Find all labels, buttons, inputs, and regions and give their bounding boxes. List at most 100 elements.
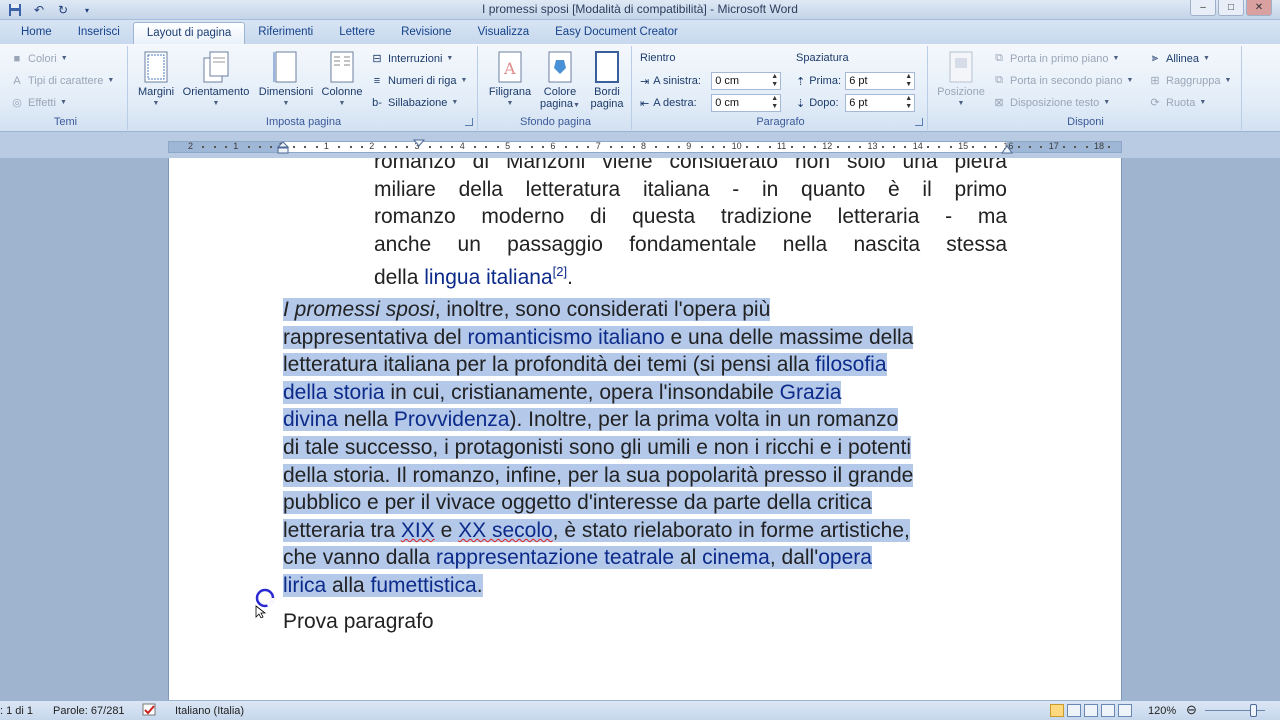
spinner-arrows-icon[interactable]: ▲ ▼ bbox=[905, 73, 912, 89]
colore-pagina-label-1: Colore bbox=[543, 86, 577, 98]
first-line-indent-marker-icon[interactable] bbox=[413, 139, 425, 147]
numeri-riga-button[interactable]: ≡ Numeri di riga ▼ bbox=[370, 74, 468, 87]
outline-view-icon[interactable] bbox=[1101, 704, 1115, 717]
colonne-button[interactable]: Colonne ▼ bbox=[318, 50, 366, 110]
tab-home[interactable]: Home bbox=[8, 20, 65, 44]
rientro-sinistra-row: ⇥ A sinistra: 0 cm ▲ ▼ bbox=[640, 72, 782, 90]
margini-button[interactable]: Margini ▼ bbox=[134, 50, 178, 110]
ruler-tick-mark bbox=[802, 146, 805, 148]
horizontal-ruler[interactable]: 211123456789101112131415161718 bbox=[168, 139, 1122, 154]
prima-input[interactable]: 6 pt ▲ ▼ bbox=[845, 72, 916, 90]
imposta-pagina-launcher-icon[interactable] bbox=[465, 118, 473, 126]
word-count[interactable]: Parole: 67/281 bbox=[53, 705, 125, 717]
link-lingua-italiana[interactable]: lingua italiana bbox=[424, 266, 552, 289]
spinner-arrows-icon[interactable]: ▲ ▼ bbox=[771, 73, 778, 89]
a-sinistra-input[interactable]: 0 cm ▲ ▼ bbox=[711, 72, 782, 90]
p2-line-4: della storia in cui, cristianamente, ope… bbox=[283, 379, 1003, 407]
colori-button[interactable]: ■ Colori ▼ bbox=[10, 52, 68, 65]
tab-layout-di-pagina[interactable]: Layout di pagina bbox=[132, 22, 246, 44]
raggruppa-button[interactable]: ⊞ Raggruppa ▼ bbox=[1148, 74, 1231, 88]
tab-easy-document-creator[interactable]: Easy Document Creator bbox=[542, 20, 691, 44]
a-destra-input[interactable]: 0 cm ▲ ▼ bbox=[711, 94, 782, 112]
maximize-button[interactable]: □ bbox=[1218, 0, 1244, 16]
mouse-busy-cursor-icon bbox=[255, 588, 275, 618]
tab-revisione[interactable]: Revisione bbox=[388, 20, 465, 44]
link-romanticismo-italiano[interactable]: romanticismo italiano bbox=[467, 326, 664, 349]
p1-line-2: miliare della letteratura italiana - in … bbox=[374, 177, 1007, 201]
zoom-out-icon[interactable]: ⊖ bbox=[1186, 702, 1197, 718]
secondo-piano-button[interactable]: ⧉ Porta in secondo piano ▼ bbox=[992, 74, 1133, 87]
a-destra-value: 0 cm bbox=[715, 97, 740, 109]
ruler-tick-label: 6 bbox=[550, 141, 556, 151]
document-page[interactable]: romanzo di Manzoni viene considerato non… bbox=[168, 158, 1122, 700]
tab-lettere[interactable]: Lettere bbox=[326, 20, 388, 44]
orientamento-button[interactable]: Orientamento ▼ bbox=[180, 50, 252, 110]
ruler-tick-mark bbox=[995, 146, 998, 148]
sillabazione-button[interactable]: b- Sillabazione ▼ bbox=[370, 96, 458, 109]
primo-piano-button[interactable]: ⧉ Porta in primo piano ▼ bbox=[992, 52, 1119, 65]
link-rappresentazione-teatrale[interactable]: rappresentazione teatrale bbox=[436, 546, 674, 569]
ruler-tick-mark bbox=[1029, 146, 1032, 148]
tipi-carattere-button[interactable]: A Tipi di carattere ▼ bbox=[10, 74, 114, 87]
paragraph-3[interactable]: Prova paragrafo bbox=[283, 608, 434, 636]
p2-line-7: della storia. Il romanzo, infine, per la… bbox=[283, 462, 1003, 490]
link-xix[interactable]: XIX bbox=[401, 519, 435, 542]
link-cinema[interactable]: cinema bbox=[702, 546, 770, 569]
ruota-button[interactable]: ⟳ Ruota ▼ bbox=[1148, 96, 1206, 110]
link-opera[interactable]: opera bbox=[818, 546, 872, 569]
ruler-tick-mark bbox=[304, 146, 307, 148]
page-count[interactable]: : 1 di 1 bbox=[0, 705, 33, 717]
paragraph-2-selected[interactable]: I promessi sposi, inoltre, sono consider… bbox=[283, 296, 1003, 600]
footnote-ref[interactable]: [2] bbox=[553, 264, 567, 279]
link-grazia[interactable]: Grazia bbox=[780, 381, 842, 404]
link-provvidenza[interactable]: Provvidenza bbox=[394, 408, 510, 431]
p2-line-5: divina nella Provvidenza). Inoltre, per … bbox=[283, 406, 1003, 434]
p1-line-3: romanzo moderno di questa tradizione let… bbox=[374, 205, 1007, 229]
posizione-button[interactable]: Posizione ▼ bbox=[934, 50, 988, 110]
group-label-paragrafo: Paragrafo bbox=[756, 116, 805, 128]
tab-riferimenti[interactable]: Riferimenti bbox=[245, 20, 326, 44]
spinner-arrows-icon[interactable]: ▲ ▼ bbox=[905, 95, 912, 111]
link-fumettistica[interactable]: fumettistica bbox=[371, 574, 477, 597]
minimize-button[interactable]: – bbox=[1190, 0, 1216, 16]
bring-front-icon: ⧉ bbox=[995, 52, 1003, 64]
print-layout-view-icon[interactable] bbox=[1050, 704, 1064, 717]
ruler-tick-mark bbox=[1063, 146, 1066, 148]
dopo-input[interactable]: 6 pt ▲ ▼ bbox=[845, 94, 916, 112]
allinea-button[interactable]: ⫸ Allinea ▼ bbox=[1148, 52, 1210, 65]
orientation-icon bbox=[203, 51, 229, 83]
colore-pagina-button[interactable]: Colore pagina▼ bbox=[536, 50, 584, 112]
spellcheck-icon[interactable] bbox=[142, 703, 158, 720]
tab-visualizza[interactable]: Visualizza bbox=[465, 20, 543, 44]
link-divina[interactable]: divina bbox=[283, 408, 338, 431]
link-xx-secolo[interactable]: XX secolo bbox=[458, 519, 553, 542]
paragraph-1[interactable]: romanzo di Manzoni viene considerato non… bbox=[374, 158, 1007, 292]
link-filosofia[interactable]: filosofia bbox=[815, 353, 886, 376]
prima-label: Prima: bbox=[809, 75, 841, 87]
language[interactable]: Italiano (Italia) bbox=[175, 705, 244, 717]
draft-view-icon[interactable] bbox=[1118, 704, 1132, 717]
filigrana-button[interactable]: A Filigrana ▼ bbox=[484, 50, 536, 110]
full-screen-reading-view-icon[interactable] bbox=[1067, 704, 1081, 717]
tab-inserisci[interactable]: Inserisci bbox=[65, 20, 133, 44]
ruler-tick-mark bbox=[621, 146, 624, 148]
bordi-pagina-button[interactable]: Bordi pagina bbox=[584, 50, 630, 110]
link-della-storia[interactable]: della storia bbox=[283, 381, 385, 404]
effetti-button[interactable]: ◎ Effetti ▼ bbox=[10, 96, 67, 110]
web-layout-view-icon[interactable] bbox=[1084, 704, 1098, 717]
paragrafo-launcher-icon[interactable] bbox=[915, 118, 923, 126]
left-indent-marker-icon[interactable] bbox=[277, 140, 289, 154]
disposizione-testo-button[interactable]: ⊠ Disposizione testo ▼ bbox=[992, 96, 1110, 110]
posizione-label: Posizione bbox=[937, 86, 985, 98]
zoom-level[interactable]: 120% bbox=[1148, 705, 1176, 717]
right-indent-marker-icon[interactable] bbox=[1001, 144, 1013, 154]
spinner-arrows-icon[interactable]: ▲ ▼ bbox=[771, 95, 778, 111]
dimensioni-button[interactable]: Dimensioni ▼ bbox=[254, 50, 318, 110]
hyphenation-icon: b- bbox=[372, 96, 382, 109]
link-lirica[interactable]: lirica bbox=[283, 574, 326, 597]
effects-icon: ◎ bbox=[12, 97, 22, 109]
interruzioni-button[interactable]: ⊟ Interruzioni ▼ bbox=[370, 52, 453, 66]
close-button[interactable]: ✕ bbox=[1246, 0, 1272, 16]
colonne-label: Colonne bbox=[321, 86, 363, 98]
zoom-slider-thumb[interactable] bbox=[1250, 704, 1257, 717]
